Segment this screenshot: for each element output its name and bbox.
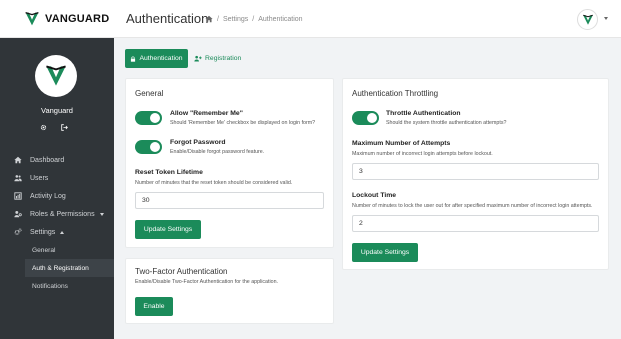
enable-two-factor-button[interactable]: Enable bbox=[135, 297, 173, 316]
breadcrumb-authentication: Authentication bbox=[258, 15, 303, 23]
gear-icon[interactable] bbox=[40, 124, 47, 131]
sidebar-item-label: Dashboard bbox=[30, 156, 65, 164]
brand-name: VANGUARD bbox=[45, 13, 110, 25]
sidebar-user-tools bbox=[40, 124, 68, 131]
sidebar-item-label: Activity Log bbox=[30, 192, 66, 200]
card-title: Authentication Throttling bbox=[352, 89, 439, 98]
logout-icon[interactable] bbox=[61, 124, 68, 131]
sidebar-item-settings[interactable]: Settings bbox=[0, 223, 114, 241]
gears-icon bbox=[13, 227, 23, 237]
reset-token-label: Reset Token Lifetime bbox=[135, 169, 203, 176]
throttle-authentication-description: Should the system throttle authenticatio… bbox=[386, 120, 507, 126]
sidebar-user-name: Vanguard bbox=[41, 106, 73, 115]
max-attempts-help: Maximum number of incorrect login attemp… bbox=[352, 151, 493, 157]
sidebar-item-dashboard[interactable]: Dashboard bbox=[0, 151, 114, 169]
page-title: Authentication bbox=[126, 11, 209, 26]
card-title: Two-Factor Authentication bbox=[135, 267, 228, 276]
sidebar-item-users[interactable]: Users bbox=[0, 169, 114, 187]
lock-icon bbox=[131, 55, 136, 62]
user-plus-icon bbox=[194, 55, 202, 62]
breadcrumb: / Settings / Authentication bbox=[205, 15, 303, 23]
two-factor-card: Two-Factor Authentication Enable/Disable… bbox=[125, 258, 334, 324]
general-update-settings-button[interactable]: Update Settings bbox=[135, 220, 201, 239]
reset-token-help: Number of minutes that the reset token s… bbox=[135, 180, 293, 186]
general-settings-card: General Allow "Remember Me" Should 'Reme… bbox=[125, 78, 334, 248]
throttle-update-settings-button[interactable]: Update Settings bbox=[352, 243, 418, 262]
lockout-time-label: Lockout Time bbox=[352, 192, 397, 199]
forgot-password-title: Forgot Password bbox=[170, 139, 226, 146]
breadcrumb-separator: / bbox=[252, 15, 255, 23]
sidebar-nav: Dashboard Users Activity Log Roles & Per… bbox=[0, 151, 114, 295]
max-attempts-input[interactable]: 3 bbox=[352, 163, 599, 180]
sidebar-item-label: Settings bbox=[30, 228, 56, 236]
top-navbar: VANGUARD Authentication / Settings / Aut… bbox=[0, 0, 621, 38]
throttle-authentication-toggle[interactable] bbox=[352, 111, 379, 125]
remember-me-description: Should 'Remember Me' checkbox be display… bbox=[170, 120, 316, 126]
home-icon[interactable] bbox=[205, 15, 213, 23]
user-avatar[interactable] bbox=[577, 9, 598, 30]
sidebar-item-roles-permissions[interactable]: Roles & Permissions bbox=[0, 205, 114, 223]
tab-label: Registration bbox=[205, 55, 242, 62]
sidebar-avatar[interactable] bbox=[35, 55, 77, 97]
forgot-password-toggle[interactable] bbox=[135, 140, 162, 154]
sidebar-subitem-notifications[interactable]: Notifications bbox=[0, 277, 114, 295]
chevron-down-icon[interactable] bbox=[604, 17, 608, 20]
remember-me-title: Allow "Remember Me" bbox=[170, 110, 243, 117]
tab-registration[interactable]: Registration bbox=[194, 49, 241, 68]
two-factor-description: Enable/Disable Two-Factor Authentication… bbox=[135, 279, 279, 285]
card-title: General bbox=[135, 89, 164, 98]
lockout-time-help: Number of minutes to lock the user out f… bbox=[352, 203, 593, 209]
authentication-throttling-card: Authentication Throttling Throttle Authe… bbox=[342, 78, 609, 270]
vanguard-logo-icon bbox=[25, 11, 39, 26]
vanguard-logo-icon bbox=[46, 65, 66, 86]
users-icon bbox=[13, 173, 23, 183]
chevron-up-icon bbox=[60, 230, 65, 234]
activity-log-icon bbox=[13, 191, 23, 201]
reset-token-input[interactable]: 30 bbox=[135, 192, 324, 209]
roles-icon bbox=[13, 209, 23, 219]
tab-authentication[interactable]: Authentication bbox=[125, 49, 188, 68]
breadcrumb-settings[interactable]: Settings bbox=[223, 16, 248, 23]
max-attempts-label: Maximum Number of Attempts bbox=[352, 140, 451, 147]
sidebar-item-activity-log[interactable]: Activity Log bbox=[0, 187, 114, 205]
sidebar-subitem-general[interactable]: General bbox=[0, 241, 114, 259]
sidebar-subitem-auth-registration[interactable]: Auth & Registration bbox=[25, 259, 114, 277]
vanguard-logo-icon bbox=[582, 14, 593, 25]
lockout-time-input[interactable]: 2 bbox=[352, 215, 599, 232]
sidebar: Vanguard Dashboard Users Activity Log Ro… bbox=[0, 38, 114, 339]
brand[interactable]: VANGUARD bbox=[0, 0, 114, 38]
remember-me-toggle[interactable] bbox=[135, 111, 162, 125]
sidebar-item-label: Users bbox=[30, 174, 49, 182]
home-icon bbox=[13, 155, 23, 165]
breadcrumb-separator: / bbox=[217, 15, 219, 23]
forgot-password-description: Enable/Disable forgot password feature. bbox=[170, 149, 265, 155]
sidebar-item-label: Roles & Permissions bbox=[30, 210, 95, 218]
tab-label: Authentication bbox=[139, 55, 183, 62]
chevron-down-icon bbox=[99, 212, 104, 216]
throttle-authentication-title: Throttle Authentication bbox=[386, 110, 461, 117]
